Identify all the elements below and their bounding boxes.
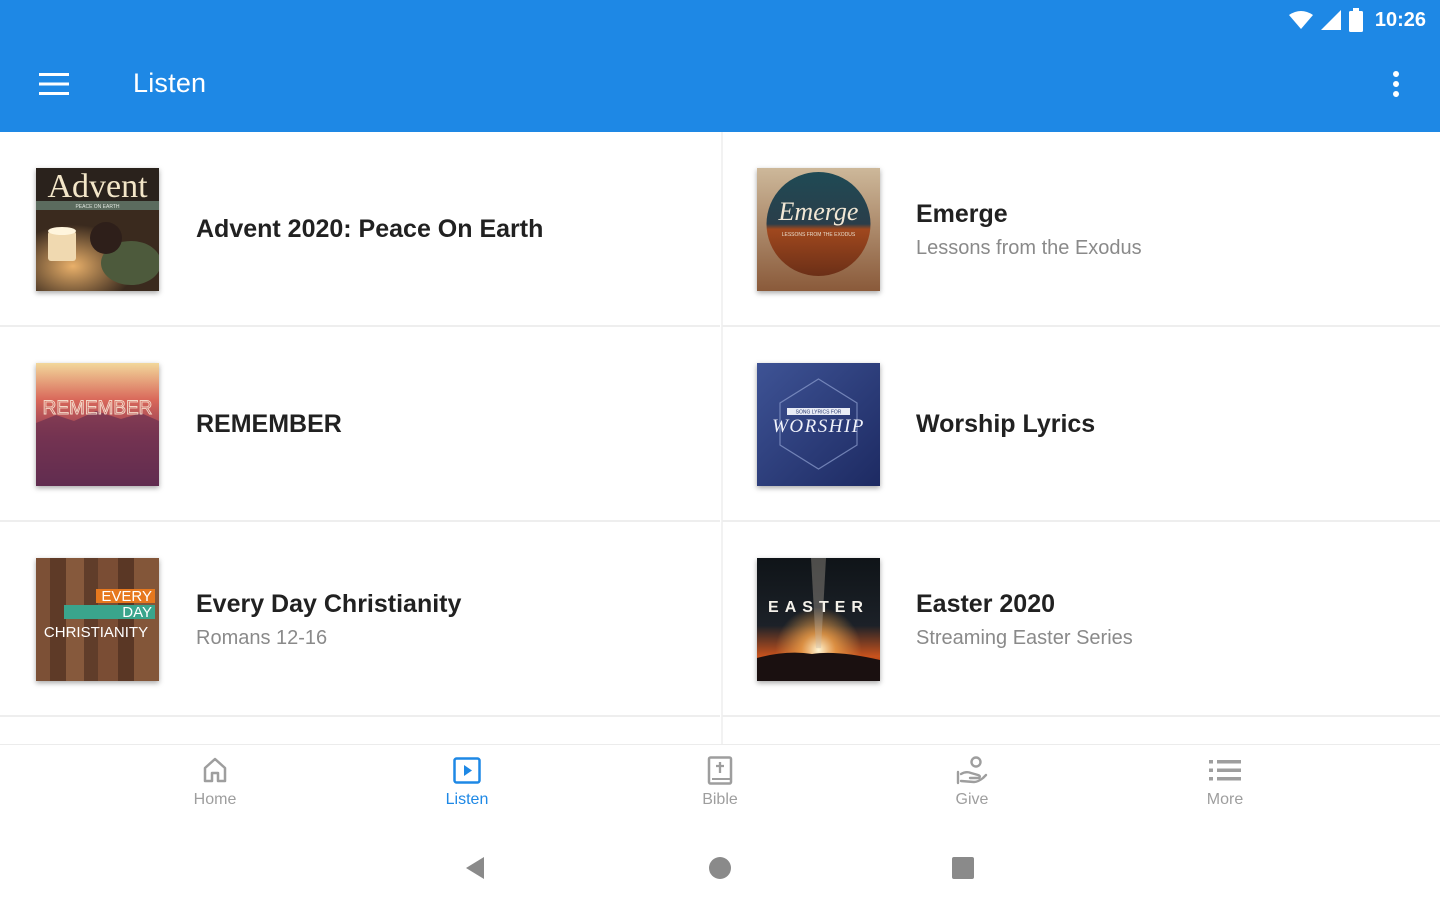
nav-label-bible: Bible bbox=[702, 791, 738, 808]
series-text: Every Day Christianity Romans 12-16 bbox=[196, 522, 461, 717]
series-subtitle: Streaming Easter Series bbox=[916, 626, 1133, 649]
series-subtitle: Lessons from the Exodus bbox=[916, 236, 1142, 259]
bottom-navigation: Home Listen Bible Give More bbox=[0, 744, 1440, 824]
toolbar: Listen bbox=[0, 50, 1440, 122]
series-text: REMEMBER bbox=[196, 327, 342, 522]
series-grid: Advent PEACE ON EARTH Advent 2020: Peace… bbox=[0, 132, 1440, 744]
back-button[interactable] bbox=[456, 848, 496, 888]
system-navigation-bar bbox=[0, 824, 1440, 900]
series-text: Emerge Lessons from the Exodus bbox=[916, 132, 1142, 327]
series-card-easter-2020[interactable]: EASTER Easter 2020 Streaming Easter Seri… bbox=[722, 522, 1440, 717]
artwork-title-text: Advent bbox=[47, 168, 148, 205]
series-card-worship-lyrics[interactable]: SONG LYRICS FOR WORSHIP Worship Lyrics bbox=[722, 327, 1440, 522]
series-title: Worship Lyrics bbox=[916, 410, 1096, 438]
series-title: Easter 2020 bbox=[916, 589, 1056, 618]
series-title: Every Day Christianity bbox=[196, 589, 462, 618]
series-card-emerge[interactable]: Emerge LESSONS FROM THE EXODUS Emerge Le… bbox=[722, 132, 1440, 327]
series-artwork: EASTER bbox=[757, 558, 880, 681]
home-circle-icon bbox=[709, 857, 731, 879]
series-text: Worship Lyrics bbox=[916, 327, 1095, 522]
more-vert-icon bbox=[1393, 71, 1399, 97]
artwork-title-text: WORSHIP bbox=[772, 416, 865, 437]
nav-item-listen[interactable]: Listen bbox=[407, 755, 527, 819]
nav-label-give: Give bbox=[955, 791, 989, 808]
artwork-title-text-2: DAY bbox=[122, 604, 152, 621]
series-card-advent[interactable]: Advent PEACE ON EARTH Advent 2020: Peace… bbox=[0, 132, 720, 327]
home-system-button[interactable] bbox=[700, 848, 740, 888]
hamburger-menu-icon bbox=[39, 73, 69, 95]
series-artwork: Emerge LESSONS FROM THE EXODUS bbox=[757, 168, 880, 291]
artwork-title-text-3: CHRISTIANITY bbox=[44, 624, 148, 641]
nav-label-home: Home bbox=[193, 791, 237, 808]
series-artwork: EVERY DAY CHRISTIANITY bbox=[36, 558, 159, 681]
overflow-menu-button[interactable] bbox=[1372, 60, 1420, 108]
bible-icon bbox=[707, 756, 733, 785]
play-box-icon bbox=[453, 757, 481, 784]
recents-square-icon bbox=[952, 857, 974, 879]
nav-label-more: More bbox=[1206, 791, 1244, 808]
home-icon bbox=[203, 757, 227, 783]
artwork-title-text: EVERY bbox=[101, 588, 152, 605]
nav-label-listen: Listen bbox=[445, 791, 489, 808]
series-title: Emerge bbox=[916, 199, 1008, 228]
nav-item-more[interactable]: More bbox=[1165, 755, 1285, 819]
artwork-subtitle-text: SONG LYRICS FOR bbox=[796, 410, 842, 416]
artwork-title-text: REMEMBER bbox=[43, 398, 153, 419]
menu-button[interactable] bbox=[24, 58, 84, 110]
nav-item-give[interactable]: Give bbox=[912, 755, 1032, 819]
back-triangle-icon bbox=[466, 857, 484, 879]
series-artwork: REMEMBER bbox=[36, 363, 159, 486]
artwork-title-text: Emerge bbox=[778, 197, 859, 226]
status-bar: 10:26 bbox=[1288, 6, 1426, 34]
nav-item-home[interactable]: Home bbox=[155, 755, 275, 819]
wifi-icon bbox=[1288, 11, 1313, 29]
artwork-title-text: EASTER bbox=[768, 599, 869, 616]
recents-button[interactable] bbox=[943, 848, 983, 888]
status-time: 10:26 bbox=[1374, 8, 1426, 31]
series-title: Advent 2020: Peace On Earth bbox=[196, 215, 544, 243]
app-bar: 10:26 Listen bbox=[0, 0, 1440, 132]
artwork-subtitle-text: PEACE ON EARTH bbox=[75, 204, 119, 210]
series-title: REMEMBER bbox=[196, 410, 342, 438]
series-artwork: SONG LYRICS FOR WORSHIP bbox=[757, 363, 880, 486]
list-icon bbox=[1209, 760, 1241, 781]
cell-signal-icon bbox=[1320, 10, 1341, 30]
nav-item-bible[interactable]: Bible bbox=[660, 755, 780, 819]
artwork-subtitle-text: LESSONS FROM THE EXODUS bbox=[782, 232, 856, 238]
series-artwork: Advent PEACE ON EARTH bbox=[36, 168, 159, 291]
series-text: Easter 2020 Streaming Easter Series bbox=[916, 522, 1133, 717]
series-card-remember[interactable]: REMEMBER REMEMBER bbox=[0, 327, 720, 522]
battery-icon bbox=[1348, 8, 1363, 32]
give-icon bbox=[956, 756, 988, 785]
series-subtitle: Romans 12-16 bbox=[196, 626, 328, 649]
page-title: Listen bbox=[133, 68, 207, 98]
series-text: Advent 2020: Peace On Earth bbox=[196, 132, 543, 327]
series-card-every-day-christianity[interactable]: EVERY DAY CHRISTIANITY Every Day Christi… bbox=[0, 522, 720, 717]
